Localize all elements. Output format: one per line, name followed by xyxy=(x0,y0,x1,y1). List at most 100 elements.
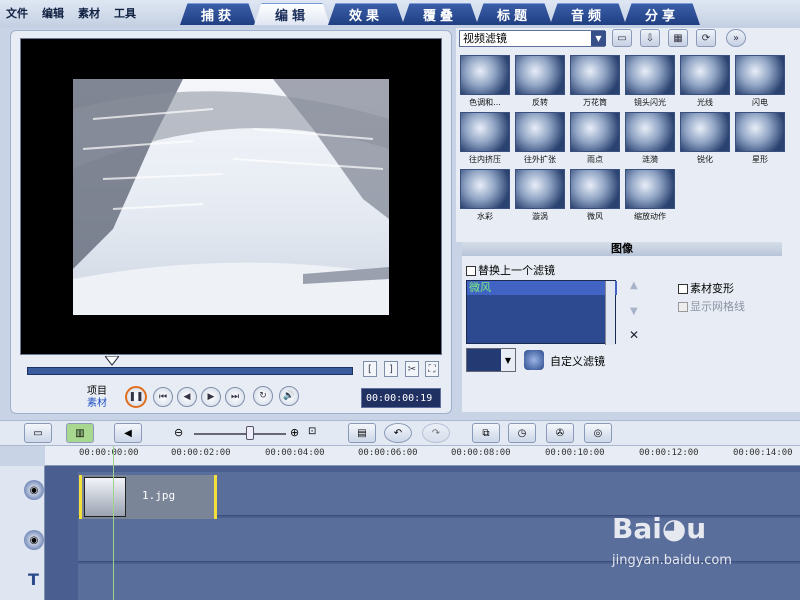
audio-mixer-icon[interactable]: ✇ xyxy=(546,423,574,443)
smart-proxy-icon[interactable]: ⧉ xyxy=(472,423,500,443)
redo-icon[interactable]: ↷ xyxy=(422,423,450,443)
render-icon[interactable]: ◎ xyxy=(584,423,612,443)
move-up-icon[interactable]: ▲ xyxy=(630,280,638,291)
delete-icon[interactable]: ✕ xyxy=(629,328,639,342)
effect-thumbnail[interactable]: 水彩 xyxy=(460,169,510,223)
title-track-icon: T xyxy=(28,570,39,589)
effect-label: 锐化 xyxy=(697,155,713,164)
custom-filter-label[interactable]: 自定义滤镜 xyxy=(550,353,605,369)
applied-filter-list[interactable]: 微风 xyxy=(466,280,617,345)
effect-preview xyxy=(515,55,565,95)
effect-thumbnail[interactable]: 往外扩张 xyxy=(515,112,565,166)
scrubber-bar[interactable] xyxy=(27,367,353,375)
list-item[interactable]: 微风 xyxy=(467,281,617,295)
zoom-slider[interactable] xyxy=(194,433,286,435)
repeat-icon[interactable]: ↻ xyxy=(253,386,273,406)
zoom-in-icon[interactable]: ⊕ xyxy=(290,426,299,439)
video-clip[interactable]: 1.jpg xyxy=(79,475,217,519)
timeline-ruler[interactable]: 00:00:00:00 00:00:02:00 00:00:04:00 00:0… xyxy=(45,446,800,466)
fit-icon[interactable]: ⊡ xyxy=(308,426,316,437)
filter-category-select[interactable]: 视频滤镜 ▼ xyxy=(459,30,606,47)
mode-project-label[interactable]: 项目 xyxy=(87,386,107,398)
effect-preview xyxy=(735,55,785,95)
chevron-down-icon[interactable]: ▼ xyxy=(591,31,606,46)
effect-thumbnail[interactable]: 缩放动作 xyxy=(625,169,675,223)
folder-icon[interactable]: ▭ xyxy=(612,29,632,47)
zoom-out-icon[interactable]: ⊖ xyxy=(174,426,183,439)
deform-clip-checkbox[interactable] xyxy=(678,284,688,294)
mode-clip-label[interactable]: 素材 xyxy=(87,398,107,410)
replace-last-filter-option[interactable]: 替换上一个滤镜 xyxy=(466,262,555,278)
previous-frame-icon[interactable]: ◀ xyxy=(177,387,197,407)
effect-thumbnail[interactable]: 锐化 xyxy=(680,112,730,166)
effect-label: 镜头闪光 xyxy=(634,98,666,107)
end-icon[interactable]: ⏭ xyxy=(225,387,245,407)
tab-title[interactable]: 标题 xyxy=(476,3,552,25)
effect-thumbnail[interactable]: 万花筒 xyxy=(570,55,620,109)
mark-out-button[interactable]: ] xyxy=(384,361,398,377)
timecode-display[interactable]: 00:00:00:19 xyxy=(361,388,441,408)
replace-last-filter-checkbox[interactable] xyxy=(466,266,476,276)
undo-icon[interactable]: ↶ xyxy=(384,423,412,443)
effect-thumbnail[interactable]: 闪电 xyxy=(735,55,785,109)
effect-thumbnail[interactable]: 往内挤压 xyxy=(460,112,510,166)
tab-edit[interactable]: 编辑 xyxy=(254,3,330,25)
effect-preview xyxy=(735,112,785,152)
menu-tools[interactable]: 工具 xyxy=(114,5,136,21)
next-frame-icon[interactable]: ▶ xyxy=(201,387,221,407)
tab-share[interactable]: 分享 xyxy=(624,3,700,25)
library-icon[interactable]: ▦ xyxy=(668,29,688,47)
tab-effect[interactable]: 效果 xyxy=(328,3,404,25)
clock-icon[interactable]: ◷ xyxy=(508,423,536,443)
custom-filter-icon[interactable] xyxy=(524,350,544,370)
chevron-down-icon[interactable]: ▼ xyxy=(501,349,515,371)
scrubber-handle[interactable] xyxy=(103,355,121,366)
expand-icon[interactable]: » xyxy=(726,29,746,47)
volume-icon[interactable]: 🔊 xyxy=(279,386,299,406)
preview-screen xyxy=(20,38,442,355)
audio-view-icon[interactable]: ◀ xyxy=(114,423,142,443)
effect-thumbnail[interactable]: 微风 xyxy=(570,169,620,223)
zoom-slider-thumb[interactable] xyxy=(246,426,254,440)
effect-thumbnail[interactable]: 光线 xyxy=(680,55,730,109)
effect-preview xyxy=(625,169,675,209)
tab-audio[interactable]: 音频 xyxy=(550,3,626,25)
pause-button[interactable]: ❚❚ xyxy=(125,386,147,408)
play-mode[interactable]: 项目 素材 xyxy=(87,386,107,410)
enlarge-icon[interactable]: ⛶ xyxy=(425,361,439,377)
tab-overlay[interactable]: 覆叠 xyxy=(402,3,478,25)
effect-thumbnail[interactable]: 雨点 xyxy=(570,112,620,166)
move-down-icon[interactable]: ▼ xyxy=(630,306,638,317)
scrollbar[interactable] xyxy=(605,281,615,345)
menu-clip[interactable]: 素材 xyxy=(78,5,100,21)
effect-thumbnail[interactable]: 反转 xyxy=(515,55,565,109)
effect-thumbnail[interactable]: 漩涡 xyxy=(515,169,565,223)
effect-thumbnail[interactable]: 涟漪 xyxy=(625,112,675,166)
show-grid-checkbox[interactable] xyxy=(678,302,688,312)
storyboard-view-icon[interactable]: ▭ xyxy=(24,423,52,443)
playhead-line[interactable] xyxy=(113,446,114,600)
show-grid-option[interactable]: 显示网格线 xyxy=(678,298,745,314)
effect-thumbnail[interactable]: 色调和... xyxy=(460,55,510,109)
effect-preview xyxy=(460,169,510,209)
scissors-icon[interactable]: ✂ xyxy=(405,361,419,377)
deform-clip-option[interactable]: 素材变形 xyxy=(678,280,734,296)
import-icon[interactable]: ⇩ xyxy=(640,29,660,47)
home-icon[interactable]: ⏮ xyxy=(153,387,173,407)
properties-panel: 图像 替换上一个滤镜 微风 ▲ ▼ ✕ 素材变形 显示网格线 ▼ 自定义滤镜 xyxy=(462,242,800,412)
insert-media-icon[interactable]: ▤ xyxy=(348,423,376,443)
mark-in-button[interactable]: [ xyxy=(363,361,377,377)
tab-capture[interactable]: 捕获 xyxy=(180,3,256,25)
menu-file[interactable]: 文件 xyxy=(6,5,28,21)
effect-preview xyxy=(460,112,510,152)
ruler-tick: 00:00:06:00 xyxy=(358,448,418,458)
preset-dropdown[interactable]: ▼ xyxy=(466,348,516,372)
properties-tab-image[interactable]: 图像 xyxy=(462,242,782,256)
effect-thumbnail[interactable]: 镜头闪光 xyxy=(625,55,675,109)
effect-thumbnail[interactable]: 星形 xyxy=(735,112,785,166)
effect-label: 光线 xyxy=(697,98,713,107)
refresh-icon[interactable]: ⟳ xyxy=(696,29,716,47)
show-grid-label: 显示网格线 xyxy=(690,300,745,313)
timeline-view-icon[interactable]: ▥ xyxy=(66,423,94,443)
menu-edit[interactable]: 编辑 xyxy=(42,5,64,21)
